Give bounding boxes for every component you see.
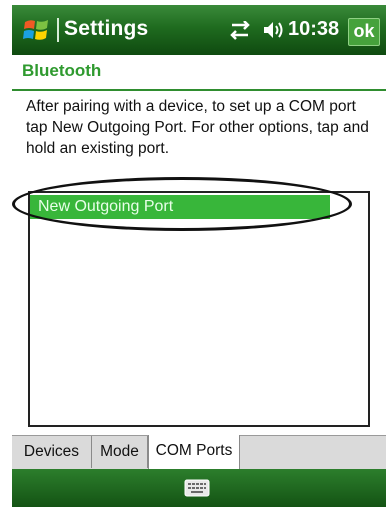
tab-mode[interactable]: Mode bbox=[92, 436, 148, 468]
status-bar: Settings 10:38 ok bbox=[12, 5, 386, 55]
com-port-list[interactable]: New Outgoing Port bbox=[28, 191, 370, 427]
tab-devices[interactable]: Devices bbox=[12, 436, 92, 468]
app-title: Settings bbox=[64, 17, 149, 40]
list-item-new-outgoing-port[interactable]: New Outgoing Port bbox=[30, 195, 330, 219]
header-divider bbox=[12, 89, 386, 91]
instructions-text: After pairing with a device, to set up a… bbox=[26, 98, 369, 157]
page-title: Bluetooth bbox=[22, 61, 102, 80]
windows-start-flag-icon[interactable] bbox=[22, 16, 52, 44]
ok-button[interactable]: ok bbox=[348, 18, 380, 46]
title-separator bbox=[57, 18, 59, 42]
connectivity-icon[interactable] bbox=[228, 21, 252, 41]
tab-com-ports[interactable]: COM Ports bbox=[148, 435, 240, 469]
bottom-menu-bar bbox=[12, 469, 386, 507]
device-screen: Settings 10:38 ok Bluetooth After pairin… bbox=[12, 5, 386, 507]
volume-icon[interactable] bbox=[262, 19, 284, 41]
tab-strip: Devices Mode COM Ports bbox=[12, 435, 386, 470]
keyboard-icon[interactable] bbox=[184, 479, 210, 497]
clock[interactable]: 10:38 bbox=[288, 18, 339, 41]
